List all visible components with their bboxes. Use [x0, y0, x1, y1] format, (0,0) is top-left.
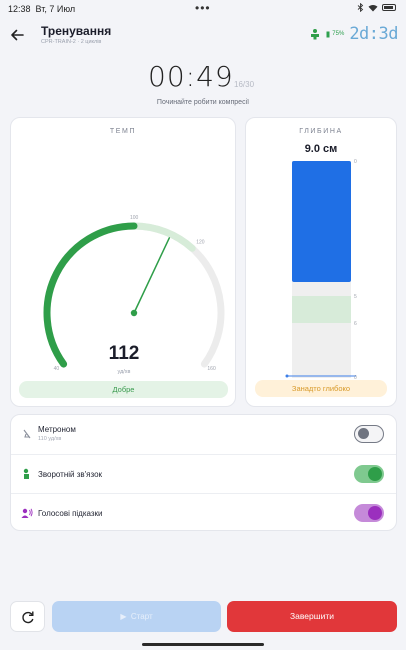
scale-mark-100: 100	[130, 215, 139, 221]
depth-target-zone	[292, 296, 351, 323]
tempo-card: ТЕМП 40 100 120 160 112 уд/хв Добре	[10, 117, 236, 407]
appbar-right: 75% 2d:3d	[309, 24, 398, 44]
device-battery-level: 75%	[332, 31, 345, 37]
status-time: 12:38 Вт, 7 Июл	[8, 4, 76, 14]
tempo-value: 112	[108, 343, 140, 364]
feedback-toggle[interactable]	[354, 465, 384, 483]
toggle-knob	[358, 428, 369, 439]
action-bar: ▶ Старт Завершити	[0, 601, 406, 633]
status-bar: 12:38 Вт, 7 Июл •••	[0, 0, 406, 18]
voice-label: Голосові підказки	[38, 509, 103, 518]
metronome-label: Метроном	[38, 425, 76, 434]
reset-button[interactable]	[10, 601, 45, 632]
battery-icon	[382, 4, 396, 11]
metronome-toggle[interactable]	[354, 425, 384, 443]
bluetooth-icon	[357, 3, 364, 12]
compression-count: 16/30	[234, 80, 255, 89]
home-indicator	[142, 643, 264, 646]
timer-display: 00:49	[148, 60, 234, 93]
tempo-status-badge: Добре	[19, 381, 228, 398]
system-icons	[357, 3, 396, 12]
refresh-icon	[22, 611, 34, 624]
start-label: Старт	[130, 612, 153, 621]
depth-card: ГЛИБИНА 9.0 см 0 5 6 0 Занадто глибоко	[245, 117, 397, 407]
device-battery: 75%	[326, 31, 344, 38]
metronome-row[interactable]: Метроном 110 уд/хв	[11, 415, 396, 454]
toggle-knob	[368, 506, 382, 520]
tempo-gauge: 40 100 120 160	[43, 215, 225, 372]
voice-row[interactable]: Голосові підказки	[11, 493, 396, 532]
feedback-row[interactable]: Зворотній зв'язок	[11, 454, 396, 493]
finish-button[interactable]: Завершити	[227, 601, 397, 632]
tempo-unit: уд/хв	[117, 369, 131, 375]
metronome-off-icon	[23, 429, 31, 439]
depth-tick-5: 5	[354, 294, 357, 300]
gauge-target-zone	[130, 222, 196, 252]
settings-card: Метроном 110 уд/хв Зворотній зв'язок Гол…	[10, 414, 397, 531]
toggle-knob	[368, 467, 382, 481]
depth-bar-fill	[292, 161, 351, 282]
page-subtitle: CPR-TRAIN-2 · 2 циклів	[41, 39, 102, 45]
manikin-icon	[311, 29, 320, 40]
voice-toggle[interactable]	[354, 504, 384, 522]
play-icon: ▶	[120, 612, 127, 621]
metronome-sub: 110 уд/хв	[38, 436, 62, 442]
scale-mark-120: 120	[196, 240, 205, 246]
gauge-hub	[130, 309, 138, 317]
depth-tick-6: 6	[354, 321, 357, 327]
voice-prompt-icon	[21, 508, 33, 518]
session-timer: 00:49 16/30	[0, 60, 406, 94]
feedback-label: Зворотній зв'язок	[38, 470, 103, 479]
battery-icon	[326, 31, 330, 37]
hand-pulse-icon	[23, 468, 29, 479]
depth-indicator-dot	[285, 374, 289, 378]
depth-status-badge: Занадто глибоко	[255, 380, 387, 397]
app-bar: Тренування CPR-TRAIN-2 · 2 циклів 75% 2d…	[0, 20, 406, 52]
page-title: Тренування	[41, 24, 112, 38]
gauge-needle	[133, 237, 171, 314]
brand-logo: 2d:3d	[349, 24, 398, 44]
instruction-hint: Починайте робити компресії	[156, 99, 250, 106]
depth-tick-top: 0	[354, 159, 357, 165]
start-button[interactable]: ▶ Старт	[52, 601, 221, 632]
status-dots: •••	[195, 1, 211, 15]
depth-bar: 0 5 6 0	[285, 159, 357, 380]
back-arrow-icon[interactable]	[8, 26, 26, 44]
wifi-icon	[368, 4, 378, 11]
